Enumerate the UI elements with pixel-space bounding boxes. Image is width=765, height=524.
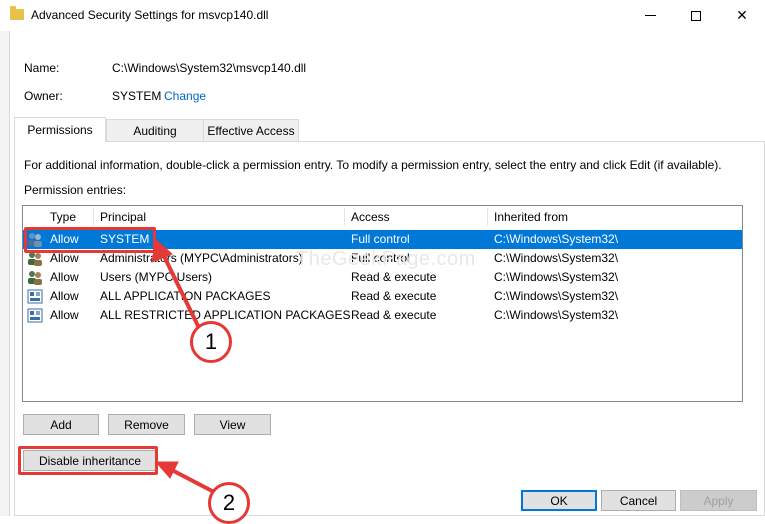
callout-2: 2 [208, 482, 250, 524]
arrow-1-line [160, 250, 202, 332]
annotation-arrows [151, 239, 216, 494]
callout-1: 1 [190, 321, 232, 363]
arrow-2-line [166, 466, 216, 494]
tab-permissions[interactable]: Permissions [14, 117, 106, 142]
arrow-1-head [151, 239, 173, 263]
